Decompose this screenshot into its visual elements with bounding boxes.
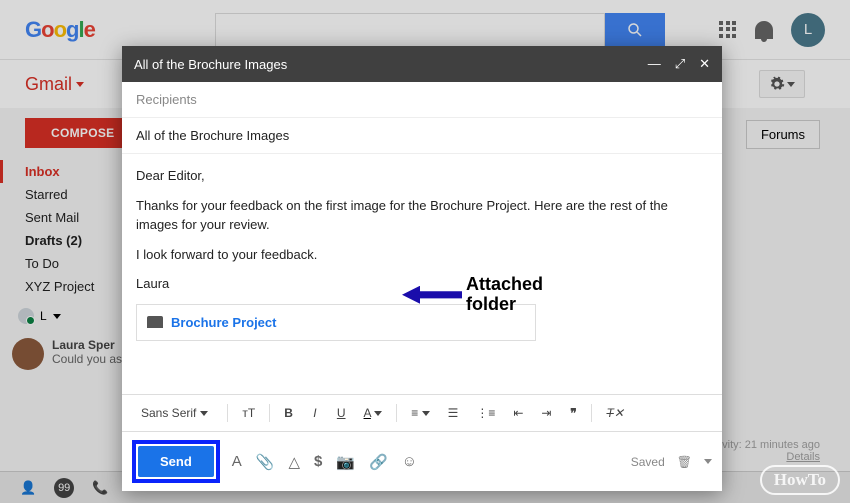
annotation: Attachedfolder <box>402 275 543 315</box>
contacts-icon[interactable]: 👤 <box>20 480 36 496</box>
link-icon[interactable]: 🔗 <box>369 453 388 471</box>
quote-button[interactable]: ❞ <box>565 404 581 422</box>
search-input[interactable] <box>215 13 605 47</box>
notifications-icon[interactable] <box>755 21 773 39</box>
compose-window: All of the Brochure Images — ⤢ ✕ Recipie… <box>122 46 722 491</box>
indent-less-button[interactable]: ⇤ <box>509 404 527 422</box>
compose-footer: Send A 📎 △ $ 📷 🔗 ☺ Saved 🗑 <box>122 432 722 491</box>
hangouts-icon[interactable]: 99 <box>54 478 74 498</box>
folder-icon <box>147 316 163 328</box>
underline-button[interactable]: U <box>333 404 350 422</box>
apps-icon[interactable] <box>719 21 737 39</box>
arrow-icon <box>402 286 462 304</box>
emoji-icon[interactable]: ☺ <box>402 453 417 470</box>
phone-icon[interactable]: 📞 <box>92 480 108 496</box>
discard-icon[interactable]: 🗑 <box>677 455 692 469</box>
photo-icon[interactable]: 📷 <box>336 453 355 471</box>
conversation-name: Laura Sper <box>52 338 122 352</box>
minimize-icon[interactable]: — <box>648 56 661 72</box>
drive-icon[interactable]: △ <box>289 453 301 471</box>
formatting-toolbar: Sans Serif тT B I U A ≡ ☰ ⋮≡ ⇤ ⇥ ❞ T✕ <box>122 394 722 432</box>
attachment-name: Brochure Project <box>171 313 276 333</box>
expand-icon[interactable]: ⤢ <box>675 56 685 72</box>
subject-field[interactable]: All of the Brochure Images <box>122 118 722 154</box>
tab-forums[interactable]: Forums <box>746 120 820 149</box>
activity-text: vity: 21 minutes ago Details <box>722 439 820 463</box>
gmail-menu[interactable]: Gmail <box>25 74 84 95</box>
recipients-field[interactable]: Recipients <box>122 82 722 118</box>
text-color-button[interactable]: A <box>360 404 387 422</box>
google-logo[interactable]: Google <box>25 17 95 43</box>
search-button[interactable] <box>605 13 665 47</box>
indent-more-button[interactable]: ⇥ <box>537 404 555 422</box>
saved-label: Saved <box>631 455 665 469</box>
bullet-list-button[interactable]: ⋮≡ <box>472 404 499 422</box>
bold-button[interactable]: B <box>280 404 297 422</box>
numbered-list-button[interactable]: ☰ <box>444 404 463 422</box>
format-toggle-icon[interactable]: A <box>232 453 242 470</box>
money-icon[interactable]: $ <box>314 453 322 470</box>
account-avatar[interactable]: L <box>791 13 825 47</box>
send-highlight: Send <box>132 440 220 483</box>
compose-body[interactable]: Dear Editor, Thanks for your feedback on… <box>122 154 722 394</box>
watermark: HowTo <box>760 465 840 495</box>
attach-icon[interactable]: 📎 <box>256 453 275 471</box>
settings-button[interactable] <box>759 70 805 98</box>
font-selector[interactable]: Sans Serif <box>132 401 217 425</box>
clear-format-button[interactable]: T✕ <box>602 404 627 422</box>
compose-titlebar[interactable]: All of the Brochure Images — ⤢ ✕ <box>122 46 722 82</box>
italic-button[interactable]: I <box>307 404 323 422</box>
conversation-preview: Could you as <box>52 352 122 366</box>
align-button[interactable]: ≡ <box>407 404 433 422</box>
font-size-button[interactable]: тT <box>238 404 259 422</box>
compose-title: All of the Brochure Images <box>134 57 287 72</box>
more-options-icon[interactable] <box>704 459 712 464</box>
send-button[interactable]: Send <box>138 446 214 477</box>
conversation-avatar <box>12 338 44 370</box>
close-icon[interactable]: ✕ <box>699 56 710 72</box>
